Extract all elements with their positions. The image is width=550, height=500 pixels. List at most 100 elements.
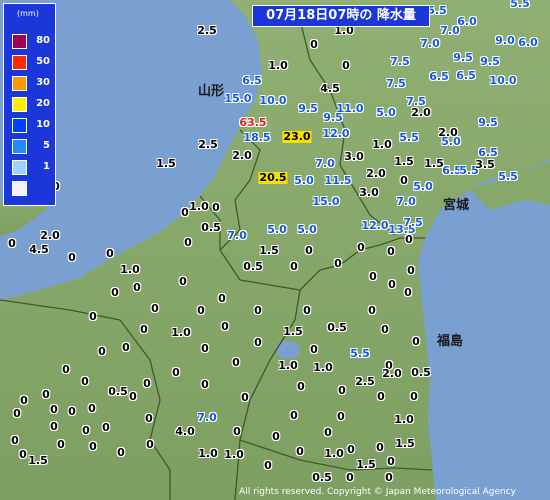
legend-item: 5 (10, 139, 54, 155)
rainfall-value: 0 (369, 270, 377, 283)
rainfall-value: 0 (221, 320, 229, 333)
legend: (mm) 80 50 30 20 10 5 1 (3, 3, 56, 206)
legend-label: 20 (36, 98, 50, 109)
rainfall-value: 0 (151, 302, 159, 315)
legend-swatch (12, 160, 27, 175)
rainfall-value: 0 (290, 409, 298, 422)
rainfall-value: 0 (233, 425, 241, 438)
rainfall-value: 0 (412, 335, 420, 348)
legend-item: 30 (10, 76, 54, 92)
rainfall-value: 12.0 (322, 127, 350, 140)
rainfall-value: 5.0 (376, 106, 396, 119)
rainfall-value: 0.5 (312, 471, 332, 484)
rainfall-value: 0 (338, 384, 346, 397)
rainfall-value: 4.5 (29, 243, 49, 256)
rainfall-value: 20.5 (258, 171, 288, 184)
rainfall-value: 7.0 (396, 195, 416, 208)
rainfall-value: 0 (13, 407, 21, 420)
rainfall-value: 0 (381, 323, 389, 336)
rainfall-value: 0 (68, 251, 76, 264)
rainfall-value: 0.5 (411, 366, 431, 379)
rainfall-value: 63.5 (239, 116, 267, 129)
rainfall-value: 0 (201, 378, 209, 391)
rainfall-value: 3.0 (359, 186, 379, 199)
rainfall-value: 0 (337, 410, 345, 423)
rainfall-value: 1.0 (372, 138, 392, 151)
rainfall-value: 12.0 (361, 219, 389, 232)
rainfall-value: 0 (264, 459, 272, 472)
rainfall-value: 0 (172, 366, 180, 379)
rainfall-value: 9.5 (298, 102, 318, 115)
rainfall-value: 6.5 (242, 74, 262, 87)
rainfall-value: 1.5 (259, 244, 279, 257)
rainfall-value: 9.0 (495, 34, 515, 47)
rainfall-value: 6.5 (456, 69, 476, 82)
rainfall-value: 5.0 (441, 135, 461, 148)
rainfall-value: 0 (410, 390, 418, 403)
rainfall-value: 0 (241, 391, 249, 404)
legend-swatch (12, 55, 27, 70)
legend-label: 5 (43, 140, 50, 151)
rainfall-value: 0 (310, 343, 318, 356)
rainfall-value: 0 (111, 286, 119, 299)
rainfall-value: 5.0 (413, 180, 433, 193)
rainfall-value: 10.0 (489, 74, 517, 87)
rainfall-value: 0 (11, 434, 19, 447)
rainfall-value: 1.0 (224, 448, 244, 461)
rainfall-value: 0 (305, 244, 313, 257)
legend-label: 50 (36, 56, 50, 67)
rainfall-value: 0 (407, 264, 415, 277)
rainfall-value: 0 (117, 446, 125, 459)
rainfall-value: 0 (179, 275, 187, 288)
rainfall-value: 1.0 (278, 359, 298, 372)
legend-item: 20 (10, 97, 54, 113)
rainfall-value: 1.0 (394, 413, 414, 426)
rainfall-value: 1.0 (324, 447, 344, 460)
legend-label: 1 (43, 161, 50, 172)
rainfall-value: 0 (324, 426, 332, 439)
legend-label: 10 (36, 119, 50, 130)
rainfall-value: 7.0 (315, 157, 335, 170)
rainfall-value: 9.5 (323, 111, 343, 124)
rainfall-value: 1.5 (394, 155, 414, 168)
rainfall-value: 0 (42, 388, 50, 401)
rainfall-value: 1.0 (171, 326, 191, 339)
rainfall-value: 0 (254, 304, 262, 317)
rainfall-value: 1.0 (268, 59, 288, 72)
rainfall-value: 1.0 (198, 447, 218, 460)
legend-item: 10 (10, 118, 54, 134)
rainfall-value: 5.5 (498, 170, 518, 183)
rainfall-value: 0 (102, 421, 110, 434)
rainfall-value: 0 (62, 363, 70, 376)
rainfall-value: 6.5 (429, 70, 449, 83)
rainfall-value: 5.0 (297, 223, 317, 236)
rainfall-value: 0.5 (108, 385, 128, 398)
rainfall-value: 0 (212, 201, 220, 214)
rainfall-value: 0 (88, 402, 96, 415)
rainfall-value: 0 (387, 245, 395, 258)
rainfall-value: 0 (334, 257, 342, 270)
rainfall-value: 0 (143, 377, 151, 390)
rainfall-value: 3.5 (475, 158, 495, 171)
rainfall-value: 5.5 (399, 131, 419, 144)
rainfall-value: 7.5 (386, 77, 406, 90)
rainfall-value: 0 (197, 304, 205, 317)
rainfall-value: 0 (133, 281, 141, 294)
rainfall-value: 0 (81, 375, 89, 388)
rainfall-value: 0 (89, 440, 97, 453)
rainfall-value: 0 (385, 471, 393, 484)
rainfall-value: 3.0 (344, 150, 364, 163)
rainfall-value: 11.5 (324, 174, 352, 187)
legend-label: 80 (36, 35, 50, 46)
legend-item: 50 (10, 55, 54, 71)
rainfall-value: 0 (146, 438, 154, 451)
rainfall-value: 7.5 (390, 55, 410, 68)
rainfall-value: 1.5 (395, 437, 415, 450)
rainfall-value: 1.5 (283, 325, 303, 338)
rainfall-value: 0 (122, 341, 130, 354)
rainfall-value: 0 (218, 292, 226, 305)
rainfall-value: 0 (347, 443, 355, 456)
rainfall-value: 0 (140, 323, 148, 336)
rainfall-value: 0 (254, 336, 262, 349)
rainfall-value: 15.0 (224, 92, 252, 105)
